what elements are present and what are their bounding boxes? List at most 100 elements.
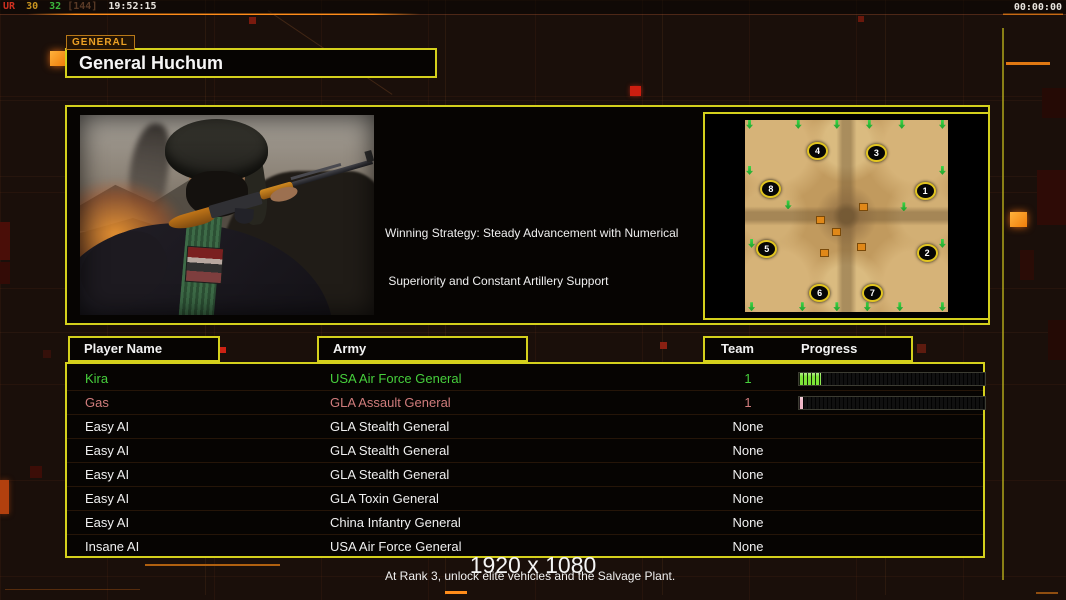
decor-block [220, 347, 226, 353]
supply-marker-icon [833, 119, 841, 129]
table-row: Gas GLA Assault General 1 [67, 391, 986, 415]
progress-bar [798, 396, 986, 410]
player-team: 1 [744, 371, 752, 386]
decor-block [43, 350, 51, 358]
decor-square [1010, 212, 1027, 227]
table-row: Easy AI GLA Stealth General None [67, 463, 983, 487]
supply-marker-icon [938, 302, 946, 312]
player-army: GLA Stealth General [330, 419, 450, 434]
supply-marker-icon [938, 238, 946, 248]
player-team: None [732, 443, 764, 458]
spawn-marker: 5 [756, 239, 778, 258]
player-army: China Infantry General [330, 515, 461, 530]
supply-marker-icon [794, 119, 802, 129]
player-team: None [732, 419, 764, 434]
strategy-line: Superiority and Constant Artillery Suppo… [385, 273, 609, 288]
supply-marker-icon [900, 202, 908, 212]
loading-screen: UR 30 32 [144] 19:52:15 00:00:00 GENERAL… [0, 0, 1066, 600]
spawn-number: 1 [922, 186, 928, 197]
decor-line [0, 100, 1066, 101]
decor-block [0, 480, 9, 514]
supply-marker-icon [938, 165, 946, 175]
supply-marker-icon [898, 119, 906, 129]
player-name: Easy AI [85, 443, 130, 458]
table-row: Easy AI GLA Stealth General None [67, 439, 983, 463]
player-table: Kira USA Air Force General 1 Gas GLA Ass… [65, 362, 986, 558]
column-header-player-name: Player Name [68, 336, 220, 362]
tab-general: GENERAL [66, 35, 135, 50]
decor-block [1042, 88, 1066, 118]
decor-block [858, 16, 864, 22]
column-header-army: Army [317, 336, 528, 362]
debug-clock: 19:52:15 [108, 1, 157, 12]
progress-bar [798, 372, 986, 386]
header-label: Army [333, 341, 367, 356]
spawn-marker: 6 [809, 283, 831, 302]
game-timer: 00:00:00 [1013, 2, 1062, 13]
decor-block [1037, 170, 1066, 225]
decor-line [1036, 592, 1058, 594]
table-row: Easy AI GLA Toxin General None [67, 487, 983, 511]
decor-block [917, 344, 926, 353]
player-name: Easy AI [85, 491, 130, 506]
spawn-number: 5 [764, 243, 770, 254]
player-name: Easy AI [85, 467, 130, 482]
supply-marker-icon [746, 165, 754, 175]
decor-block [1048, 320, 1066, 360]
player-army: GLA Stealth General [330, 467, 450, 482]
progress-fill [799, 373, 822, 385]
decor-square [50, 51, 65, 66]
player-army: USA Air Force General [330, 371, 462, 386]
spawn-number: 7 [869, 287, 875, 298]
decor-block [30, 466, 42, 478]
player-team: None [732, 491, 764, 506]
debug-label: UR [3, 1, 16, 12]
supply-marker-icon [863, 302, 871, 312]
minimap: 1 2 3 4 5 6 7 8 [745, 119, 948, 312]
debug-value: [144] [67, 1, 98, 12]
supply-marker-icon [748, 238, 756, 248]
spawn-number: 8 [768, 184, 774, 195]
general-name-box: General Huchum [65, 48, 437, 78]
strategy-line: Winning Strategy: Steady Advancement wit… [385, 226, 679, 241]
general-name: General Huchum [79, 53, 224, 73]
player-name: Gas [85, 395, 109, 410]
spawn-marker: 3 [865, 143, 887, 162]
decor-line [5, 589, 140, 590]
column-header-team-progress: Team Progress [703, 336, 913, 362]
decor-block [630, 86, 641, 96]
spawn-marker: 8 [760, 180, 782, 199]
player-name: Kira [85, 371, 109, 386]
building-icon [858, 202, 868, 211]
player-army: GLA Stealth General [330, 443, 450, 458]
header-label: Player Name [84, 341, 163, 356]
decor-line [1002, 28, 1004, 580]
table-row: Easy AI China Infantry General None [67, 511, 983, 535]
spawn-number: 3 [873, 147, 879, 158]
info-panel: Winning Strategy: Steady Advancement wit… [65, 105, 990, 583]
supply-marker-icon [748, 302, 756, 312]
decor-block [0, 222, 10, 260]
progress-fill [799, 397, 803, 409]
decor-block [1020, 250, 1034, 280]
spawn-marker: 1 [914, 182, 936, 201]
player-name: Easy AI [85, 515, 130, 530]
player-team: 1 [744, 395, 752, 410]
building-icon [832, 227, 842, 236]
debug-value: 32 [49, 1, 62, 12]
spawn-marker: 4 [807, 141, 829, 160]
supply-marker-icon [938, 119, 946, 129]
player-name: Easy AI [85, 419, 130, 434]
spawn-number: 6 [817, 287, 823, 298]
general-portrait [80, 115, 374, 315]
header-label: Progress [801, 341, 858, 356]
building-icon [820, 248, 830, 257]
supply-marker-icon [865, 119, 873, 129]
supply-marker-icon [896, 302, 904, 312]
decor-block [0, 262, 10, 284]
debug-value: 30 [26, 1, 39, 12]
spawn-marker: 7 [861, 283, 883, 302]
resolution-label: 1920 x 1080 [469, 552, 597, 578]
spawn-number: 2 [924, 247, 930, 258]
supply-marker-icon [746, 119, 754, 129]
